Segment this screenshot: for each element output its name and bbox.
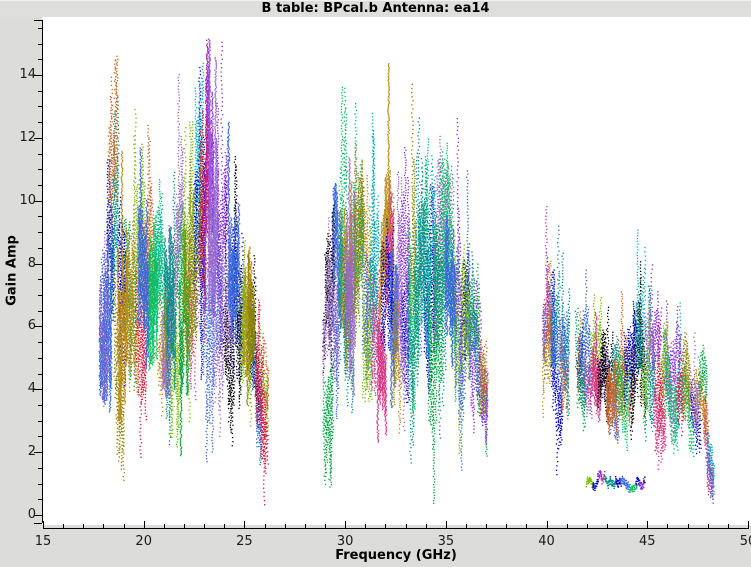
x-tick-label: 20 [135,534,152,549]
y-tick-label: 14 [19,66,36,82]
x-tick-label: 50 [739,534,751,549]
y-tick-label: 10 [19,192,36,208]
x-axis-label: Frequency (GHz) [335,548,457,563]
title-bar: B table: BPcal.b Antenna: ea14 [0,0,751,17]
y-tick-label: 4 [27,381,36,397]
x-tick-label: 25 [236,534,253,549]
y-tick-label: 0 [27,507,36,522]
y-tick-label: 8 [27,255,36,271]
x-tick-label: 30 [336,534,354,549]
y-tick-label: 2 [27,444,36,460]
x-tick-label: 35 [437,534,455,549]
x-tick-label: 40 [538,534,555,549]
y-tick-label: 12 [19,129,36,145]
x-tick-label: 45 [639,534,656,549]
plot-canvas [0,0,751,567]
y-tick-label: 6 [27,318,36,334]
plot-title: B table: BPcal.b Antenna: ea14 [261,1,490,16]
x-tick-label: 15 [34,534,52,549]
